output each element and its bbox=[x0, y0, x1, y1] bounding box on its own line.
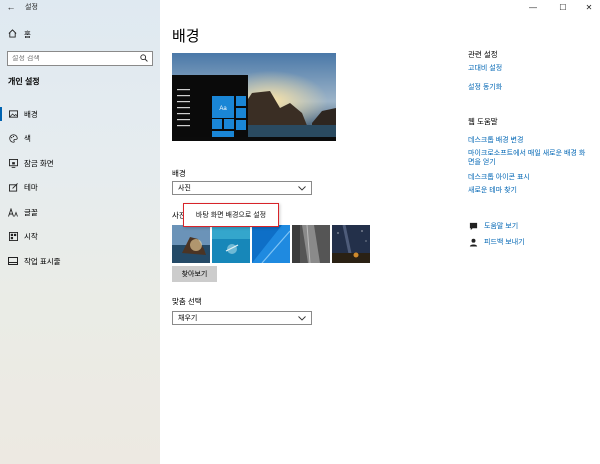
background-label: 배경 bbox=[172, 169, 186, 178]
sidebar-item-label: 시작 bbox=[24, 232, 38, 242]
chevron-down-icon bbox=[298, 314, 306, 323]
back-button[interactable]: ← bbox=[0, 0, 22, 14]
sidebar: ← 설정 홈 개인 설정 배경 색 bbox=[0, 0, 160, 464]
help-link-new-themes[interactable]: 새로운 테마 찾기 bbox=[468, 186, 517, 195]
sidebar-item-label: 글꼴 bbox=[24, 207, 38, 217]
sidebar-item-start[interactable]: 시작 bbox=[0, 225, 160, 250]
titlebar: ← 설정 bbox=[0, 0, 160, 14]
section-title: 개인 설정 bbox=[8, 77, 40, 86]
help-chat-icon bbox=[468, 221, 478, 231]
page-title: 배경 bbox=[172, 28, 200, 45]
sidebar-item-label: 잠금 화면 bbox=[24, 158, 54, 168]
start-icon bbox=[8, 232, 18, 242]
high-contrast-link[interactable]: 고대비 설정 bbox=[468, 64, 502, 73]
sidebar-item-label: 배경 bbox=[24, 109, 38, 119]
maximize-icon: ☐ bbox=[559, 2, 567, 12]
thumbnail-2[interactable] bbox=[212, 225, 250, 263]
search-box[interactable] bbox=[7, 51, 153, 66]
chevron-down-icon bbox=[298, 184, 306, 193]
background-type-value: 사진 bbox=[178, 185, 191, 192]
preview-sample-text: Aa bbox=[219, 106, 227, 112]
web-help-title: 웹 도움말 bbox=[468, 117, 498, 126]
palette-icon bbox=[8, 134, 18, 144]
home-nav-item[interactable]: 홈 bbox=[0, 27, 160, 41]
sidebar-item-label: 색 bbox=[24, 134, 31, 144]
fit-dropdown[interactable]: 채우기 bbox=[172, 311, 312, 325]
minimize-icon: — bbox=[529, 2, 537, 12]
browse-button[interactable]: 찾아보기 bbox=[172, 266, 217, 282]
sidebar-item-taskbar[interactable]: 작업 표시줄 bbox=[0, 249, 160, 274]
background-type-dropdown[interactable]: 사진 bbox=[172, 181, 312, 195]
feedback-label: 피드백 보내기 bbox=[484, 239, 525, 246]
theme-icon bbox=[8, 183, 18, 193]
feedback-link[interactable]: 피드백 보내기 bbox=[468, 237, 525, 247]
thumbnail-3[interactable] bbox=[252, 225, 290, 263]
get-help-link[interactable]: 도움말 보기 bbox=[468, 221, 518, 231]
thumbnail-5[interactable] bbox=[332, 225, 370, 263]
thumbnail-4[interactable] bbox=[292, 225, 330, 263]
help-link-daily-wallpaper[interactable]: 마이크로소프트에서 매일 새로운 배경 화면을 얻기 bbox=[468, 149, 590, 167]
get-help-label: 도움말 보기 bbox=[484, 223, 519, 230]
thumbnail-1[interactable] bbox=[172, 225, 210, 263]
fit-value: 채우기 bbox=[178, 315, 198, 322]
sidebar-item-theme[interactable]: 테마 bbox=[0, 176, 160, 201]
picture-thumbnails bbox=[172, 225, 372, 263]
close-icon: ✕ bbox=[585, 2, 593, 12]
picture-icon bbox=[8, 109, 18, 119]
font-icon bbox=[8, 207, 18, 217]
sidebar-item-label: 테마 bbox=[24, 183, 38, 193]
background-preview: Aa bbox=[172, 53, 336, 141]
sidebar-item-background[interactable]: 배경 bbox=[0, 102, 160, 127]
maximize-button[interactable]: ☐ bbox=[550, 0, 576, 14]
feedback-icon bbox=[468, 237, 478, 247]
sidebar-item-label: 작업 표시줄 bbox=[24, 256, 61, 266]
app-title: 설정 bbox=[25, 4, 38, 11]
search-icon[interactable] bbox=[140, 53, 148, 64]
sidebar-item-fonts[interactable]: 글꼴 bbox=[0, 200, 160, 225]
sync-settings-link[interactable]: 설정 동기화 bbox=[468, 83, 502, 92]
fit-label: 맞춤 선택 bbox=[172, 297, 202, 306]
related-settings-title: 관련 설정 bbox=[468, 50, 498, 59]
back-arrow-icon: ← bbox=[6, 2, 16, 12]
sidebar-item-color[interactable]: 색 bbox=[0, 127, 160, 152]
set-as-background-tooltip[interactable]: 바탕 화면 배경으로 설정 bbox=[183, 203, 279, 227]
close-button[interactable]: ✕ bbox=[576, 0, 600, 14]
lock-screen-icon bbox=[8, 158, 18, 168]
search-input[interactable] bbox=[12, 55, 140, 62]
help-link-desktop-icons[interactable]: 데스크톱 아이콘 표시 bbox=[468, 173, 530, 182]
sidebar-item-lock-screen[interactable]: 잠금 화면 bbox=[0, 151, 160, 176]
home-icon bbox=[8, 28, 18, 40]
home-label: 홈 bbox=[24, 29, 31, 39]
minimize-button[interactable]: — bbox=[520, 0, 546, 14]
taskbar-icon bbox=[8, 256, 18, 266]
help-link-change-background[interactable]: 데스크톱 배경 변경 bbox=[468, 136, 523, 145]
nav-list: 배경 색 잠금 화면 테마 글꼴 시작 작업 표시줄 bbox=[0, 102, 160, 274]
